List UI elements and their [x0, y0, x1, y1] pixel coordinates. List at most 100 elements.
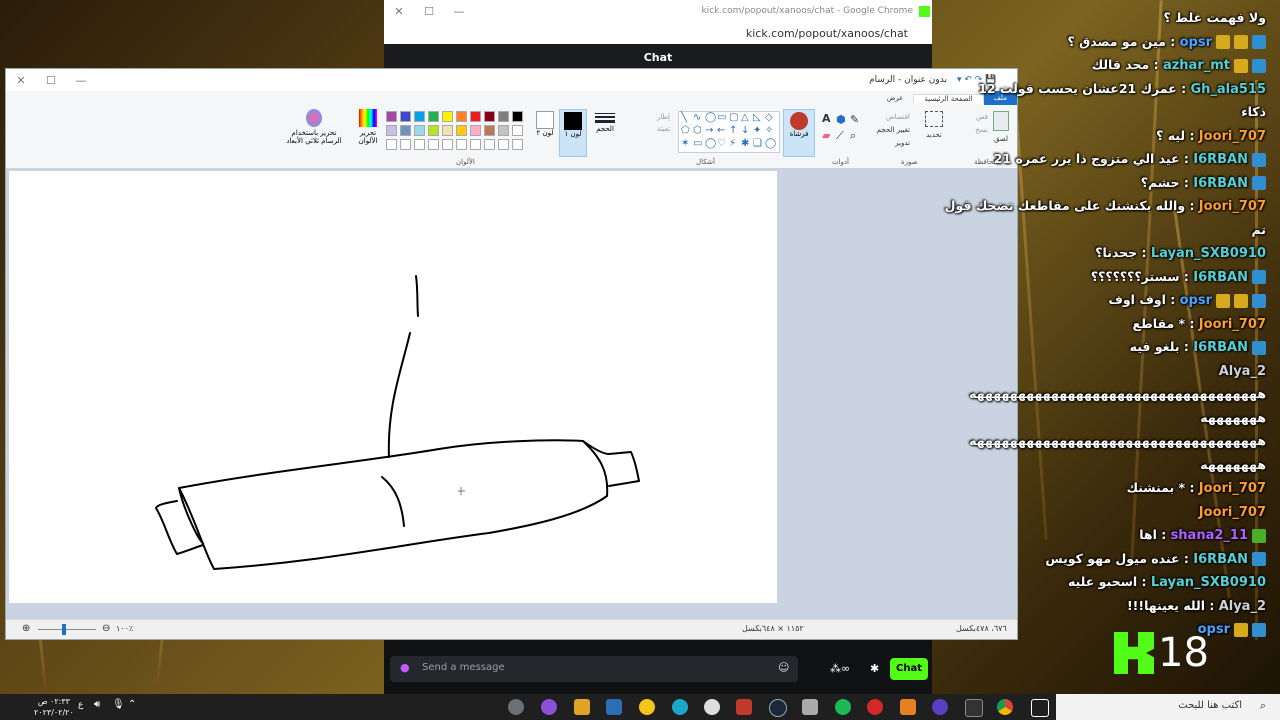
minimize-icon[interactable]: — — [66, 74, 96, 87]
cut-button[interactable]: قص — [976, 111, 988, 124]
app-icon-7[interactable] — [704, 699, 720, 715]
color-swatch[interactable] — [442, 111, 453, 122]
clock[interactable]: ٠٢:٣٣ ص ٢٠٢٣/٠٢/٢٠ — [34, 696, 74, 718]
shape-option[interactable]: ∿ — [693, 112, 701, 123]
shape-option[interactable]: ← — [717, 125, 725, 136]
app-icon-14[interactable] — [932, 699, 948, 715]
chat-username[interactable]: I6RBAN — [1193, 552, 1248, 567]
shape-option[interactable]: ◯ — [765, 138, 776, 149]
shape-option[interactable]: ✧ — [765, 125, 773, 136]
app-icon-3[interactable] — [574, 699, 590, 715]
magnifier-icon[interactable]: ⌕ — [850, 129, 856, 143]
color-swatch[interactable] — [512, 125, 523, 136]
app-icon-12[interactable] — [867, 699, 883, 715]
drawing-canvas[interactable] — [9, 171, 777, 603]
chat-username[interactable]: Joori_707 — [1199, 481, 1266, 496]
shape-option[interactable]: ❏ — [753, 138, 762, 149]
message-input[interactable]: ● Send a message ☺ — [390, 656, 798, 682]
shape-option[interactable]: ◺ — [753, 112, 761, 123]
maximize-icon[interactable]: ☐ — [414, 5, 444, 18]
chat-username[interactable]: Joori_707 — [1199, 199, 1266, 214]
color-swatch-empty[interactable] — [512, 139, 523, 150]
chat-username[interactable]: opsr — [1180, 293, 1212, 308]
color-swatch[interactable] — [414, 125, 425, 136]
shape-option[interactable]: ↓ — [741, 125, 749, 136]
shape-option[interactable]: ⚡ — [729, 138, 736, 149]
chat-username[interactable]: shana2_11 — [1171, 528, 1248, 543]
color-swatch[interactable] — [512, 111, 523, 122]
shape-option[interactable]: ⬡ — [693, 125, 702, 136]
shape-option[interactable]: ⬠ — [681, 125, 690, 136]
crop-button[interactable]: اقتصاص — [886, 111, 910, 124]
chat-username[interactable]: Alya_2 — [1219, 364, 1266, 379]
shape-option[interactable]: ◯ — [705, 138, 716, 149]
tab-view[interactable]: عرض — [877, 94, 914, 102]
epic-icon[interactable] — [965, 699, 983, 717]
chat-username[interactable]: azhar_mt — [1163, 58, 1230, 73]
zoom-in-icon[interactable]: ⊖ — [102, 623, 110, 634]
chat-username[interactable]: Alya_2 — [1219, 599, 1266, 614]
chat-username[interactable]: Joori_707 — [1199, 129, 1266, 144]
taskbar-search[interactable]: اكتب هنا للبحث ⌕ — [1056, 694, 1280, 720]
shape-option[interactable]: ✱ — [741, 138, 749, 149]
app-icon-2[interactable] — [541, 699, 557, 715]
zoom-out-icon[interactable]: ⊕ — [22, 623, 30, 634]
address-bar[interactable]: kick.com/popout/xanoos/chat — [384, 22, 932, 44]
app-icon-1[interactable] — [508, 699, 524, 715]
color-swatch[interactable] — [456, 125, 467, 136]
color2-button[interactable]: لون ٢ — [534, 111, 556, 153]
chrome-icon[interactable] — [997, 699, 1013, 715]
app-icon-5[interactable] — [639, 699, 655, 715]
app-icon-8[interactable] — [736, 699, 752, 715]
speaker-icon[interactable]: 🔊︎ — [94, 699, 100, 710]
emoji-icon[interactable]: ☺ — [778, 661, 789, 674]
color-swatch-empty[interactable] — [456, 139, 467, 150]
chat-username[interactable]: I6RBAN — [1193, 270, 1248, 285]
close-icon[interactable]: ✕ — [384, 5, 414, 18]
color-swatch-empty[interactable] — [442, 139, 453, 150]
chat-username[interactable]: Joori_707 — [1199, 317, 1266, 332]
steam-icon[interactable] — [769, 699, 787, 717]
chat-username[interactable]: Joori_707 — [1199, 505, 1266, 520]
edit-colors-button[interactable]: تحرير الألوان — [356, 109, 380, 153]
chat-send-button[interactable]: Chat — [890, 658, 928, 680]
color-swatch[interactable] — [498, 111, 509, 122]
chat-username[interactable]: Layan_SXB0910 — [1151, 246, 1266, 261]
app-icon-4[interactable] — [606, 699, 622, 715]
edge-icon[interactable] — [672, 699, 688, 715]
color-swatch-empty[interactable] — [484, 139, 495, 150]
fill-button[interactable]: تعبئة — [630, 123, 670, 135]
color-swatch[interactable] — [400, 125, 411, 136]
fill-icon[interactable]: ⬢ — [836, 113, 846, 126]
eraser-icon[interactable]: ▰ — [822, 129, 830, 142]
color-swatch[interactable] — [414, 111, 425, 122]
shape-option[interactable]: ↑ — [729, 125, 737, 136]
size-button[interactable]: الحجم — [592, 111, 618, 153]
chat-username[interactable]: I6RBAN — [1193, 152, 1248, 167]
color-swatch[interactable] — [386, 125, 397, 136]
color-swatch-empty[interactable] — [386, 139, 397, 150]
input-language[interactable]: ع — [78, 700, 83, 710]
shape-option[interactable]: ◯ — [705, 112, 716, 123]
color-swatch[interactable] — [428, 111, 439, 122]
app-icon-10[interactable] — [802, 699, 818, 715]
resize-button[interactable]: تغيير الحجم — [860, 124, 910, 137]
chat-username[interactable]: I6RBAN — [1193, 340, 1248, 355]
color-swatch[interactable] — [498, 125, 509, 136]
shape-option[interactable]: ╲ — [681, 112, 687, 123]
shape-option[interactable]: ▭ — [693, 138, 702, 149]
color-swatch-empty[interactable] — [470, 139, 481, 150]
color-swatch[interactable] — [484, 125, 495, 136]
select-button[interactable]: تحديد — [920, 111, 948, 142]
sprout-icon[interactable]: ⁂∞ — [830, 662, 850, 675]
shape-option[interactable]: ◇ — [765, 112, 773, 123]
color-swatch[interactable] — [456, 111, 467, 122]
text-icon[interactable]: A — [822, 112, 831, 125]
shape-option[interactable]: △ — [741, 112, 749, 123]
close-icon[interactable]: ✕ — [6, 74, 36, 87]
shape-option[interactable]: ♡ — [717, 138, 726, 149]
task-view-icon[interactable] — [1031, 699, 1049, 717]
color-swatch[interactable] — [386, 111, 397, 122]
shape-option[interactable]: ▭ — [717, 112, 726, 123]
zoom-slider[interactable] — [38, 624, 96, 635]
